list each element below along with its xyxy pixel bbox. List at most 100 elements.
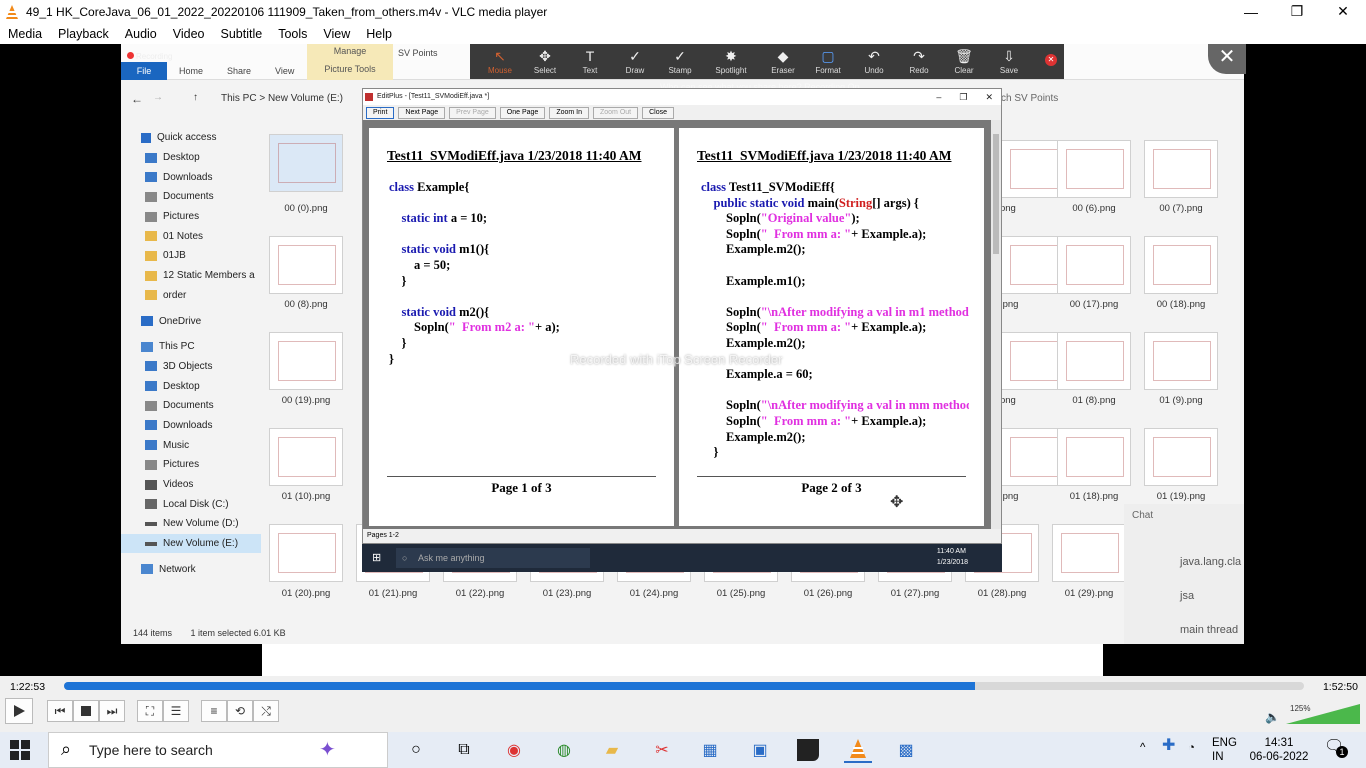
folder-icon: ▰ — [605, 742, 619, 759]
manage-label: Manage — [333, 46, 367, 56]
recorded-date: 1/23/2018 — [936, 559, 968, 566]
loop-button[interactable]: ⟲ — [227, 700, 253, 722]
store-button[interactable]: ▦ — [696, 737, 724, 763]
format-icon: ▢ — [821, 48, 835, 64]
print-preview-toolbar: Print Next Page Prev Page One Page Zoom … — [363, 105, 1001, 120]
tool-undo: ↶ Undo — [852, 44, 896, 79]
play-button[interactable] — [5, 698, 33, 724]
tool-save: ⇩ Save — [987, 44, 1031, 79]
thumbnail — [1144, 140, 1218, 198]
nav-item: 3D Objects — [121, 357, 261, 377]
nav-item: 01JB — [121, 246, 261, 266]
taskbar-clock[interactable]: 14:31 06-06-2022 — [1248, 736, 1310, 764]
zoom-in-button: Zoom In — [549, 106, 589, 119]
thumbnail-label: 00 (6).png — [1072, 203, 1116, 214]
thumbnail — [1057, 236, 1131, 294]
thumbnail-label: 01 (9).png — [1159, 395, 1203, 406]
tray-plus-icon[interactable]: ✚ — [1162, 738, 1175, 754]
recorder-app-button[interactable]: ◉ — [500, 737, 528, 763]
thumbnail-label: 01 (29).png — [1064, 588, 1114, 599]
notification-button[interactable]: 🗨 1 — [1324, 739, 1348, 758]
menu-view[interactable]: View — [315, 27, 358, 41]
playlist-button[interactable]: ≡ — [201, 700, 227, 722]
editplus-title-bar: EditPlus - [Test11_SVModiEff.java *] – ❐ ✕ — [363, 89, 1001, 105]
vlc-taskbar-button[interactable] — [844, 737, 872, 763]
maximize-button[interactable]: ❐ — [1274, 0, 1320, 23]
elapsed-time: 1:22:53 — [10, 681, 46, 693]
taskbar-search-box[interactable]: ⌕ Type here to search ✦ — [48, 732, 388, 768]
tray-chevron-icon[interactable]: ^ — [1140, 741, 1145, 755]
language-code: ENG — [1212, 737, 1237, 749]
zoom-out-button: Zoom Out — [593, 106, 639, 119]
ribbon-view-tab: View — [275, 66, 295, 76]
notification-count: 1 — [1336, 746, 1348, 758]
search-highlight-icon: ✦ — [319, 739, 336, 761]
cortana-button[interactable]: ○ — [402, 737, 430, 763]
wifi-icon[interactable]: ◔ — [1188, 741, 1195, 755]
menu-help[interactable]: Help — [358, 27, 400, 41]
menu-tools[interactable]: Tools — [270, 27, 315, 41]
thumbnail — [1052, 524, 1126, 582]
photos-button[interactable]: ▩ — [892, 737, 920, 763]
page-header: Test11_SVModiEff.java 1/23/2018 11:40 AM — [387, 148, 642, 163]
video-frame[interactable]: File Home Share View Manage Picture Tool… — [0, 44, 1366, 676]
thumbnail — [269, 428, 343, 486]
annotation-toolbar: ↖ Mouse ✥ Select T Text ✓ Draw ✓ Stamp ✸ Spotl… — [470, 44, 1064, 79]
nav-label: Desktop — [163, 380, 200, 392]
fullscreen-button[interactable]: ⛶ — [137, 700, 163, 722]
minimize-button[interactable]: — — [1228, 0, 1274, 23]
folder-icon — [145, 290, 157, 301]
language-indicator[interactable]: ENG IN — [1212, 736, 1237, 764]
ribbon-share-tab: Share — [227, 66, 252, 76]
next-button[interactable]: ⏭ — [99, 700, 125, 722]
video-bottom-strip — [262, 644, 1103, 676]
menu-video[interactable]: Video — [165, 27, 213, 41]
vlc-title-bar: 49_1 HK_CoreJava_06_01_2022_20220106 111… — [0, 0, 1366, 23]
tool-label: Clear — [954, 66, 974, 75]
file-explorer-button[interactable]: ▰ — [598, 737, 626, 763]
menu-audio[interactable]: Audio — [117, 27, 165, 41]
nav-item: Pictures — [121, 455, 261, 475]
thumbnail-label: 01 (25).png — [716, 588, 766, 599]
item-count: 144 items — [133, 628, 173, 638]
ribbon-home-tab: Home — [179, 66, 204, 76]
thumbnail-label: 00 (17).png — [1069, 299, 1119, 310]
start-button[interactable] — [10, 740, 32, 760]
menu-subtitle[interactable]: Subtitle — [213, 27, 271, 41]
shuffle-button[interactable]: ⤭ — [253, 700, 279, 722]
nav-item: New Volume (D:) — [121, 514, 261, 534]
menu-media[interactable]: Media — [0, 27, 50, 41]
nav-onedrive: OneDrive — [121, 311, 261, 331]
tool-redo: ↷ Redo — [897, 44, 941, 79]
cortana-search: ○ Ask me anything — [396, 548, 590, 568]
snipping-tool-button[interactable]: ✂ — [648, 737, 676, 763]
menu-playback[interactable]: Playback — [50, 27, 117, 41]
footer-rule — [697, 476, 966, 477]
tool-label: Select — [533, 66, 557, 75]
nav-label: Quick access — [157, 132, 217, 144]
stop-button[interactable] — [73, 700, 99, 722]
ep-close-icon: ✕ — [985, 92, 993, 102]
zoom-button[interactable]: ▣ — [746, 737, 774, 763]
thumbnail-label: 01 (28).png — [977, 588, 1027, 599]
shuffle-icon: ⤭ — [261, 703, 271, 718]
scissors-icon: ✂ — [655, 742, 669, 759]
nav-label: This PC — [159, 341, 195, 353]
videos-icon — [145, 479, 157, 490]
thumbnail — [1144, 236, 1218, 294]
vlc-cone-icon — [4, 4, 20, 20]
previous-button[interactable]: ⏮ — [47, 700, 73, 722]
preview-canvas: Test11_SVModiEff.java 1/23/2018 11:40 AM… — [363, 120, 993, 529]
extended-settings-button[interactable]: ☰ — [163, 700, 189, 722]
tool-eraser: ◆ Eraser — [761, 44, 805, 79]
windows-taskbar: ⌕ Type here to search ✦ ○ ⧉ ◉ ◍ ▰ ✂ ▦ ▣ … — [0, 732, 1366, 768]
eraser-icon: ◆ — [777, 48, 789, 64]
task-view-button[interactable]: ⧉ — [450, 737, 478, 763]
sticky-notes-button[interactable] — [794, 737, 822, 763]
close-button[interactable]: ✕ — [1320, 0, 1366, 23]
drive-icon — [145, 541, 157, 546]
downloads-icon — [145, 420, 157, 431]
nav-item: 01 Notes — [121, 226, 261, 246]
chrome-button[interactable]: ◍ — [550, 737, 578, 763]
seek-bar[interactable] — [64, 682, 1304, 690]
